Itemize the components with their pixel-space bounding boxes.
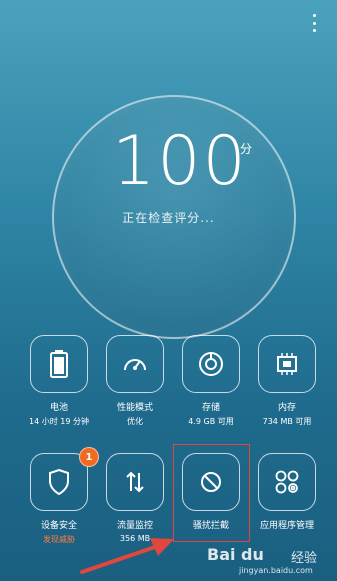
- up-down-arrows-icon: [126, 471, 144, 493]
- tile-label: 存储: [201, 403, 220, 413]
- tile-label: 电池: [49, 403, 68, 413]
- chip-icon: [277, 353, 297, 375]
- dot-icon: [312, 29, 316, 32]
- performance-tile-icon-box: [106, 335, 164, 393]
- shield-icon: [49, 468, 69, 496]
- tile-label: 设备安全: [40, 521, 77, 531]
- memory-tile-icon-box: [258, 335, 316, 393]
- dot-icon: [312, 14, 316, 17]
- tile-sub: 4.9 GB 可用: [188, 417, 234, 426]
- speedometer-icon: [124, 359, 146, 371]
- tile-battery[interactable]: 电池 14 小时 19 分钟: [17, 333, 101, 427]
- tile-label: 应用程序管理: [259, 521, 314, 531]
- annotation-highlight-box: [173, 444, 250, 542]
- tile-sub: 发现威胁: [43, 535, 75, 544]
- tile-app-manager[interactable]: 应用程序管理: [245, 451, 329, 545]
- score-unit: 分: [240, 142, 253, 156]
- baidu-jingyan-watermark: Bai du 经验 jingyan.baidu.com: [207, 545, 331, 579]
- battery-tile-icon-box: [30, 335, 88, 393]
- data-tile-icon-box: [106, 453, 164, 511]
- battery-icon: [50, 350, 68, 378]
- tile-label: 性能模式: [116, 403, 153, 413]
- more-options-button[interactable]: [309, 14, 319, 32]
- apps-gear-icon: [275, 470, 299, 494]
- baidu-logo: Bai du: [207, 545, 264, 564]
- tile-sub: 优化: [127, 417, 143, 426]
- watermark-text: 经验: [291, 551, 318, 566]
- storage-disc-icon: [199, 352, 223, 376]
- storage-tile-icon-box: [182, 335, 240, 393]
- tile-memory[interactable]: 内存 734 MB 可用: [245, 333, 329, 427]
- tile-storage[interactable]: 存储 4.9 GB 可用: [169, 333, 253, 427]
- dot-icon: [312, 21, 316, 25]
- tile-sub: 734 MB 可用: [262, 417, 312, 426]
- score-status: 正在检查评分...: [122, 211, 215, 225]
- score-value: 100: [112, 122, 248, 201]
- app-manager-tile-icon-box: [258, 453, 316, 511]
- watermark-url: jingyan.baidu.com: [239, 566, 313, 575]
- tile-sub: 14 小时 19 分钟: [29, 417, 89, 426]
- feature-row-1: 电池 14 小时 19 分钟 性能模式 优化 存储 4.9 GB 可用 内存 7…: [0, 333, 337, 427]
- tile-label: 内存: [277, 403, 296, 413]
- annotation-arrow-icon: [80, 538, 174, 574]
- tile-performance[interactable]: 性能模式 优化: [93, 333, 177, 427]
